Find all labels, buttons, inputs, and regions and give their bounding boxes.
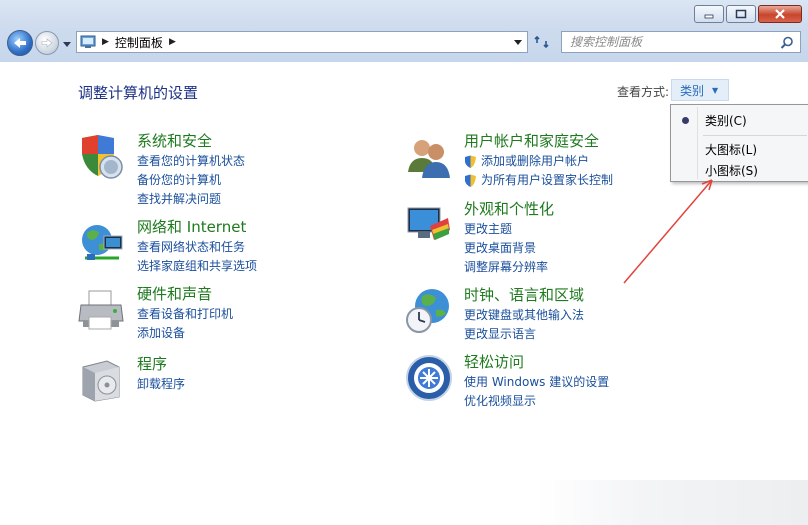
link-homegroup-sharing[interactable]: 选择家庭组和共享选项 <box>137 257 257 276</box>
address-bar[interactable]: ▶ 控制面板 ▶ <box>76 31 528 53</box>
category-appearance: 外观和个性化 更改主题 更改桌面背景 调整屏幕分辨率 <box>404 200 554 277</box>
monitor-palette-icon[interactable] <box>404 200 454 250</box>
menu-item-label: 大图标(L) <box>705 142 758 157</box>
link-troubleshoot[interactable]: 查找并解决问题 <box>137 190 245 209</box>
link-label: 为所有用户设置家长控制 <box>481 173 614 187</box>
refresh-icon <box>534 35 549 49</box>
search-box[interactable] <box>561 31 801 53</box>
network-globe-icon[interactable] <box>77 218 127 268</box>
link-optimize-video-display[interactable]: 优化视频显示 <box>464 392 609 411</box>
arrow-right-icon <box>41 38 53 48</box>
link-uninstall-program[interactable]: 卸载程序 <box>137 375 185 394</box>
close-button[interactable] <box>758 5 802 23</box>
category-title[interactable]: 程序 <box>137 355 185 373</box>
maximize-icon <box>735 9 747 19</box>
address-dropdown-icon[interactable] <box>513 38 523 46</box>
category-title[interactable]: 硬件和声音 <box>137 285 233 303</box>
link-add-remove-user[interactable]: 添加或删除用户帐户 <box>464 152 613 171</box>
category-clock-language-region: 时钟、语言和区域 更改键盘或其他输入法 更改显示语言 <box>404 286 584 344</box>
category-title[interactable]: 轻松访问 <box>464 353 609 371</box>
title-bar: ▶ 控制面板 ▶ <box>0 0 808 62</box>
breadcrumb-separator-icon[interactable]: ▶ <box>169 37 176 47</box>
link-screen-resolution[interactable]: 调整屏幕分辨率 <box>464 258 554 277</box>
category-user-accounts: 用户帐户和家庭安全 添加或删除用户帐户 为所有用户设置家长控制 <box>404 132 613 190</box>
menu-separator <box>703 135 807 136</box>
ease-of-access-icon[interactable] <box>404 353 454 403</box>
category-title[interactable]: 时钟、语言和区域 <box>464 286 584 304</box>
maximize-button[interactable] <box>726 5 756 23</box>
uac-shield-icon <box>465 174 476 187</box>
view-by-label: 查看方式: <box>617 85 670 99</box>
link-parental-controls[interactable]: 为所有用户设置家长控制 <box>464 171 613 190</box>
chevron-down-icon <box>63 42 71 47</box>
breadcrumb-separator-icon: ▶ <box>102 37 109 47</box>
content-area: 调整计算机的设置 查看方式: 类别 ▼ 系统和安全 查看您的计算机状态 备份您的… <box>0 62 808 525</box>
view-by-value: 类别 <box>680 83 705 98</box>
view-by-dropdown[interactable]: 类别 ▼ <box>671 79 729 101</box>
forward-button[interactable] <box>35 31 59 55</box>
category-ease-of-access: 轻松访问 使用 Windows 建议的设置 优化视频显示 <box>404 353 609 411</box>
radio-selected-icon <box>682 117 689 124</box>
link-view-computer-status[interactable]: 查看您的计算机状态 <box>137 152 245 171</box>
globe-clock-icon[interactable] <box>404 286 454 336</box>
control-panel-icon <box>80 35 96 48</box>
refresh-button[interactable] <box>530 31 554 53</box>
category-system-security: 系统和安全 查看您的计算机状态 备份您的计算机 查找并解决问题 <box>77 132 245 209</box>
link-windows-recommended-settings[interactable]: 使用 Windows 建议的设置 <box>464 373 609 392</box>
users-icon[interactable] <box>404 132 454 182</box>
page-title: 调整计算机的设置 <box>78 84 199 102</box>
close-icon <box>775 9 785 19</box>
link-desktop-background[interactable]: 更改桌面背景 <box>464 239 554 258</box>
programs-box-icon[interactable] <box>77 355 127 405</box>
category-network-internet: 网络和 Internet 查看网络状态和任务 选择家庭组和共享选项 <box>77 218 257 276</box>
view-by-menu: 类别(C) 大图标(L) 小图标(S) <box>670 104 808 182</box>
uac-shield-icon <box>465 155 476 168</box>
category-title[interactable]: 系统和安全 <box>137 132 245 150</box>
link-label: 添加或删除用户帐户 <box>481 154 590 168</box>
back-button[interactable] <box>7 30 33 56</box>
link-devices-printers[interactable]: 查看设备和打印机 <box>137 305 233 324</box>
link-network-status[interactable]: 查看网络状态和任务 <box>137 238 257 257</box>
category-title[interactable]: 网络和 Internet <box>137 218 257 236</box>
faded-corner <box>538 480 808 525</box>
category-programs: 程序 卸载程序 <box>77 355 185 405</box>
arrow-left-icon <box>14 38 26 48</box>
window-controls <box>694 5 802 23</box>
link-change-display-language[interactable]: 更改显示语言 <box>464 325 584 344</box>
minimize-button[interactable] <box>694 5 724 23</box>
chevron-down-icon: ▼ <box>712 85 719 95</box>
category-title[interactable]: 外观和个性化 <box>464 200 554 218</box>
menu-item-label: 小图标(S) <box>705 163 758 178</box>
printer-icon[interactable] <box>77 285 127 335</box>
menu-item-large-icons[interactable]: 大图标(L) <box>671 138 808 160</box>
shield-icon[interactable] <box>77 132 127 182</box>
link-backup-computer[interactable]: 备份您的计算机 <box>137 171 245 190</box>
recent-pages-dropdown[interactable] <box>62 38 72 48</box>
menu-item-category[interactable]: 类别(C) <box>671 109 808 131</box>
link-change-theme[interactable]: 更改主题 <box>464 220 554 239</box>
link-add-device[interactable]: 添加设备 <box>137 324 233 343</box>
menu-item-small-icons[interactable]: 小图标(S) <box>671 159 808 181</box>
minimize-icon <box>704 14 714 19</box>
search-icon[interactable] <box>780 36 794 50</box>
menu-item-label: 类别(C) <box>705 113 747 128</box>
breadcrumb-control-panel[interactable]: 控制面板 <box>115 34 163 51</box>
category-title[interactable]: 用户帐户和家庭安全 <box>464 132 613 150</box>
search-input[interactable] <box>562 34 772 50</box>
category-hardware-sound: 硬件和声音 查看设备和打印机 添加设备 <box>77 285 233 343</box>
link-change-input-method[interactable]: 更改键盘或其他输入法 <box>464 306 584 325</box>
